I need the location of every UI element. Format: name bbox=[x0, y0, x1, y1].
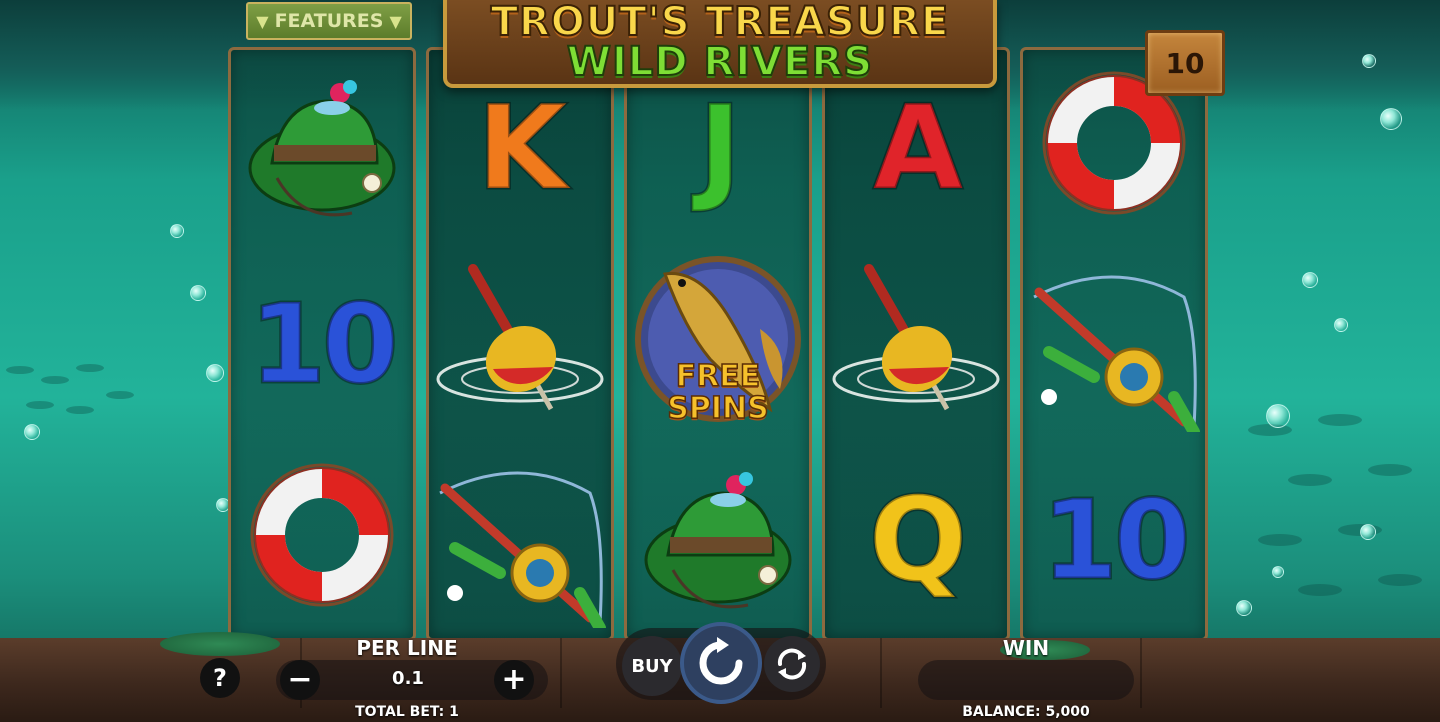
plank-seam bbox=[1140, 638, 1142, 708]
fish-school-left bbox=[6, 364, 134, 414]
per-line-label: PER LINE bbox=[356, 636, 458, 660]
lily-pad bbox=[160, 632, 280, 656]
fish-school-right bbox=[1248, 414, 1422, 596]
bubble bbox=[1236, 600, 1252, 616]
reel-grid: 10 K J FREE SPINS A Q 10 bbox=[228, 47, 1212, 641]
scatter-line2: SPINS bbox=[667, 391, 770, 426]
symbol-lifebuoy bbox=[231, 442, 413, 638]
reel-5: 10 bbox=[1020, 47, 1208, 641]
features-label: FEATURES bbox=[274, 10, 384, 32]
triangle-down-icon: ▼ bbox=[389, 11, 402, 31]
symbol-J-label: J bbox=[697, 79, 743, 217]
bubble bbox=[1266, 404, 1290, 428]
symbol-10: 10 bbox=[231, 246, 413, 442]
title-line1: TROUT'S TREASURE bbox=[490, 0, 950, 45]
help-button[interactable]: ? bbox=[200, 658, 240, 698]
symbol-fishing-hat bbox=[231, 50, 413, 246]
lifebuoy-icon bbox=[250, 463, 394, 607]
increase-bet-button[interactable]: + bbox=[494, 660, 534, 700]
triangle-down-icon: ▼ bbox=[256, 11, 269, 31]
symbol-Q-label: Q bbox=[867, 471, 969, 609]
per-line-value: 0.1 bbox=[392, 668, 424, 689]
game-logo: TROUT'S TREASURE WILD RIVERS bbox=[443, 0, 997, 88]
buy-button[interactable]: BUY bbox=[622, 636, 682, 696]
fishing-rod-icon bbox=[439, 471, 606, 628]
plank-seam bbox=[560, 638, 562, 708]
bubble bbox=[1360, 524, 1376, 540]
bubble bbox=[24, 424, 40, 440]
scatter-line1: FREE bbox=[675, 359, 761, 394]
fishing-hat-icon bbox=[248, 80, 396, 217]
symbol-Q: Q bbox=[825, 442, 1007, 638]
symbol-A-label: A bbox=[872, 79, 965, 217]
reel-1: 10 bbox=[228, 47, 416, 641]
win-label: WIN bbox=[1002, 636, 1050, 660]
reel-3: J FREE SPINS bbox=[624, 47, 812, 641]
symbol-free-spins-scatter: FREE SPINS bbox=[627, 246, 809, 442]
plank-seam bbox=[880, 638, 882, 708]
scatter-label: FREE SPINS bbox=[630, 359, 806, 426]
bubble bbox=[206, 364, 224, 382]
symbol-10-label: 10 bbox=[1040, 475, 1192, 606]
bubble bbox=[170, 224, 184, 238]
autoplay-icon bbox=[777, 648, 807, 680]
symbol-10-label: 10 bbox=[248, 279, 400, 410]
reel-4: A Q bbox=[822, 47, 1010, 641]
features-button[interactable]: ▼ FEATURES ▼ bbox=[246, 2, 412, 40]
bubble bbox=[1302, 272, 1318, 288]
counter-badge: 10 bbox=[1145, 30, 1225, 96]
total-bet-label: TOTAL BET: 1 bbox=[355, 704, 459, 720]
symbol-bobber bbox=[825, 246, 1007, 442]
balance-label: BALANCE: 5,000 bbox=[962, 704, 1090, 720]
symbol-bobber bbox=[429, 246, 611, 442]
spin-button[interactable] bbox=[680, 622, 762, 704]
bubble bbox=[1380, 108, 1402, 130]
symbol-10: 10 bbox=[1023, 442, 1205, 638]
fishing-hat-icon bbox=[644, 472, 792, 609]
bubble bbox=[1272, 566, 1284, 578]
symbol-fishing-rod bbox=[429, 442, 611, 638]
bobber-icon bbox=[436, 264, 603, 411]
bubble bbox=[1334, 318, 1348, 332]
reel-2: K bbox=[426, 47, 614, 641]
decrease-bet-button[interactable]: − bbox=[280, 660, 320, 700]
bobber-icon bbox=[832, 264, 999, 411]
fishing-rod-icon bbox=[1033, 275, 1200, 432]
bubble bbox=[1362, 54, 1376, 68]
symbol-fishing-hat bbox=[627, 442, 809, 638]
title-line2: WILD RIVERS bbox=[566, 39, 874, 85]
autoplay-button[interactable] bbox=[764, 636, 820, 692]
bubble bbox=[190, 285, 206, 301]
spin-icon bbox=[699, 637, 743, 685]
win-panel bbox=[918, 660, 1134, 700]
symbol-K-label: K bbox=[476, 79, 569, 217]
symbol-fishing-rod bbox=[1023, 246, 1205, 442]
scatter-medallion: FREE SPINS bbox=[630, 249, 806, 439]
